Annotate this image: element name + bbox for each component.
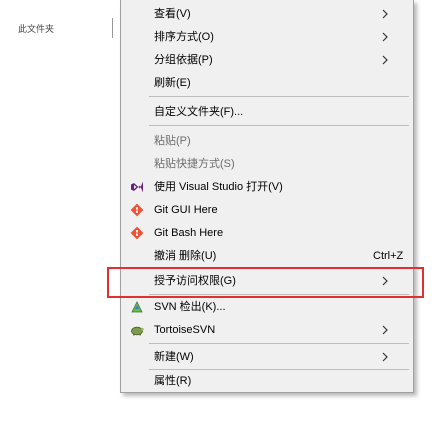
menu-item-give-access[interactable]: 授予访问权限(G) [121, 271, 413, 291]
menu-item-label: Git GUI Here [154, 204, 218, 216]
chevron-right-icon [382, 9, 388, 19]
chevron-right-icon [382, 276, 388, 286]
menu-item-open-visual-studio[interactable]: 使用 Visual Studio 打开(V) [121, 177, 413, 197]
menu-separator [149, 343, 409, 344]
menu-item-label: 查看(V) [154, 8, 191, 20]
svn-checkout-icon [131, 301, 143, 313]
menu-item-label: 新建(W) [154, 351, 194, 363]
menu-item-group-by[interactable]: 分组依据(P) [121, 50, 413, 70]
menu-item-label: 授予访问权限(G) [154, 275, 236, 287]
chevron-right-icon [382, 55, 388, 65]
menu-separator [149, 268, 409, 269]
menu-item-new[interactable]: 新建(W) [121, 347, 413, 367]
chevron-right-icon [382, 32, 388, 42]
git-gui-icon [130, 203, 144, 217]
menu-item-refresh[interactable]: 刷新(E) [121, 73, 413, 93]
column-divider [112, 18, 113, 38]
menu-item-tortoisesvn[interactable]: TortoiseSVN [121, 320, 413, 340]
menu-item-label: 分组依据(P) [154, 54, 213, 66]
menu-separator [149, 369, 409, 370]
menu-item-label: 属性(R) [154, 375, 192, 387]
menu-item-git-bash[interactable]: Git Bash Here [121, 223, 413, 243]
shortcut-label: Ctrl+Z [373, 250, 404, 262]
git-bash-icon [130, 226, 144, 240]
menu-separator [149, 294, 409, 295]
menu-item-svn-checkout[interactable]: SVN 检出(K)... [121, 297, 413, 317]
menu-separator [149, 125, 409, 126]
context-menu: 查看(V) 排序方式(O) 分组依据(P) 刷新(E) 自定义文件夹(F)...… [120, 0, 414, 393]
menu-item-label: 排序方式(O) [154, 31, 214, 43]
tortoisesvn-icon [131, 326, 144, 336]
explorer-background: 此文件夹 [0, 0, 120, 421]
menu-item-properties[interactable]: 属性(R) [121, 371, 413, 391]
menu-item-label: TortoiseSVN [154, 324, 216, 336]
menu-item-undo-delete[interactable]: 撤消 删除(U) Ctrl+Z [121, 246, 413, 266]
menu-item-sort-by[interactable]: 排序方式(O) [121, 27, 413, 47]
menu-item-paste-shortcut[interactable]: 粘贴快捷方式(S) [121, 154, 413, 174]
menu-item-git-gui[interactable]: Git GUI Here [121, 200, 413, 220]
menu-item-label: 粘贴(P) [154, 135, 191, 147]
menu-item-label: 自定义文件夹(F)... [154, 106, 244, 118]
menu-item-label: Git Bash Here [154, 227, 224, 239]
menu-item-label: 撤消 删除(U) [154, 250, 217, 262]
folder-label: 此文件夹 [18, 24, 55, 34]
chevron-right-icon [382, 352, 388, 362]
menu-item-view[interactable]: 查看(V) [121, 4, 413, 24]
menu-item-customize-folder[interactable]: 自定义文件夹(F)... [121, 102, 413, 122]
menu-item-label: 粘贴快捷方式(S) [154, 158, 235, 170]
menu-item-label: 使用 Visual Studio 打开(V) [154, 181, 283, 193]
menu-item-paste[interactable]: 粘贴(P) [121, 131, 413, 151]
visual-studio-icon [131, 181, 143, 193]
menu-item-label: SVN 检出(K)... [154, 301, 226, 313]
menu-separator [149, 96, 409, 97]
chevron-right-icon [382, 325, 388, 335]
menu-item-label: 刷新(E) [154, 77, 191, 89]
